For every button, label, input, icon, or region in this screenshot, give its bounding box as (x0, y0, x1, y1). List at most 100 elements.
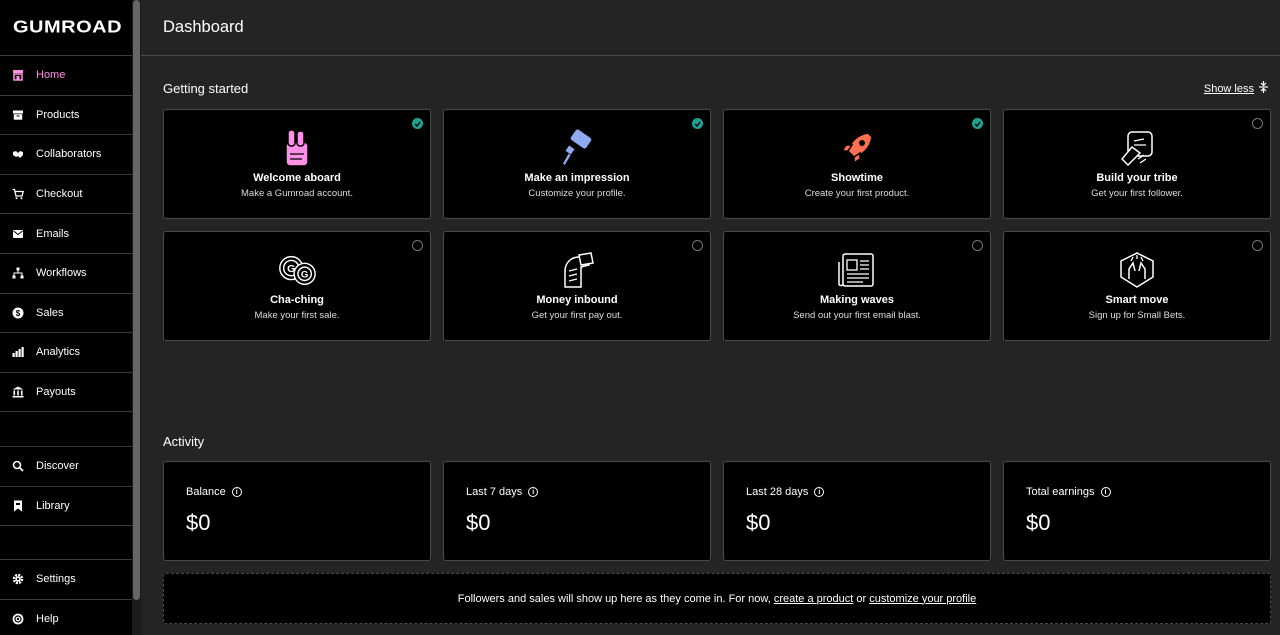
sidebar-item-collaborators[interactable]: Collaborators (0, 135, 132, 175)
checklist-card-making-waves[interactable]: Making waves Send out your first email b… (723, 231, 991, 341)
card-subtitle: Make a Gumroad account. (241, 188, 353, 199)
sidebar-item-label: Emails (36, 227, 70, 240)
sidebar-item-payouts[interactable]: Payouts (0, 373, 132, 413)
stat-card-total-earnings: Total earnings i $0 (1003, 461, 1271, 561)
sidebar-item-checkout[interactable]: Checkout (0, 175, 132, 215)
card-subtitle: Get your first follower. (1091, 188, 1183, 199)
stat-value: $0 (1026, 510, 1051, 535)
sidebar-item-label: Workflows (36, 267, 87, 280)
card-title: Showtime (831, 172, 883, 184)
sidebar-item-label: Analytics (36, 346, 81, 359)
handshake-icon (12, 148, 24, 160)
getting-started-title: Getting started (163, 81, 249, 96)
card-subtitle: Create your first product. (804, 188, 910, 199)
checklist-card-smart-move[interactable]: Smart move Sign up for Small Bets. (1003, 231, 1271, 341)
sidebar-item-label: Discover (36, 460, 79, 473)
check-complete-icon (412, 118, 423, 129)
shop-icon (12, 69, 24, 82)
sidebar-item-label: Checkout (36, 188, 83, 201)
stat-label: Balance i (186, 486, 408, 498)
checklist-card-showtime[interactable]: Showtime Create your first product. (723, 109, 991, 219)
bar-chart-icon (12, 346, 24, 358)
sidebar-item-label: Payouts (36, 386, 76, 399)
card-subtitle: Send out your first email blast. (793, 310, 921, 321)
sidebar-item-home[interactable]: Home (0, 56, 132, 96)
checklist-card-money-inbound[interactable]: Money inbound Get your first pay out. (443, 231, 711, 341)
card-title: Build your tribe (1096, 172, 1178, 184)
stat-value: $0 (746, 510, 771, 535)
card-subtitle: Sign up for Small Bets. (1088, 310, 1186, 321)
logo-text: gumroad (13, 17, 123, 37)
page-header: Dashboard (141, 0, 1280, 56)
gumroad-logo[interactable]: gumroad (0, 0, 132, 56)
card-subtitle: Customize your profile. (528, 188, 626, 199)
card-title: Cha-ching (270, 294, 324, 306)
sidebar-item-workflows[interactable]: Workflows (0, 254, 132, 294)
megaphone-frame-icon (1116, 128, 1158, 168)
stat-label-text: Balance (186, 486, 226, 498)
info-icon[interactable]: i (528, 487, 539, 497)
check-complete-icon (692, 118, 703, 129)
stat-label-text: Total earnings (1026, 486, 1095, 498)
newspaper-icon (836, 250, 878, 290)
activity-empty-state: Followers and sales will show up here as… (163, 573, 1271, 624)
card-title: Smart move (1105, 294, 1169, 306)
stat-value: $0 (186, 510, 211, 535)
info-icon[interactable]: i (1100, 487, 1111, 497)
help-circle-icon (12, 613, 24, 625)
card-title: Make an impression (524, 172, 630, 184)
info-icon[interactable]: i (231, 487, 242, 497)
stat-label-text: Last 28 days (746, 486, 809, 498)
sidebar-item-emails[interactable]: Emails (0, 214, 132, 254)
checklist-card-welcome-aboard[interactable]: Welcome aboard Make a Gumroad account. (163, 109, 431, 219)
sidebar-item-label: Products (36, 108, 80, 121)
sidebar-scrollbar-thumb[interactable] (133, 0, 140, 600)
check-complete-icon (972, 118, 983, 129)
check-incomplete-icon (412, 240, 423, 251)
card-subtitle: Make your first sale. (254, 310, 340, 321)
check-incomplete-icon (692, 240, 703, 251)
card-title: Welcome aboard (253, 172, 341, 184)
sidebar-item-sales[interactable]: $ Sales (0, 294, 132, 334)
show-less-label: Show less (1203, 82, 1254, 95)
link-joiner: or (856, 592, 867, 605)
sidebar-secondary: Discover Library (0, 446, 132, 527)
create-product-link[interactable]: create a product (774, 593, 854, 605)
check-incomplete-icon (1252, 240, 1263, 251)
activity-title: Activity (163, 434, 205, 449)
sidebar-item-products[interactable]: Products (0, 96, 132, 136)
sidebar-item-library[interactable]: Library (0, 487, 132, 527)
checklist-card-make-an-impression[interactable]: Make an impression Customize your profil… (443, 109, 711, 219)
diagram-icon (12, 267, 24, 279)
stat-card-balance: Balance i $0 (163, 461, 431, 561)
card-title: Money inbound (536, 294, 618, 306)
check-incomplete-icon (972, 240, 983, 251)
svg-text:$: $ (16, 309, 21, 318)
stat-label: Last 7 days i (466, 486, 688, 498)
checklist-card-build-your-tribe[interactable]: Build your tribe Get your first follower… (1003, 109, 1271, 219)
sidebar-item-analytics[interactable]: Analytics (0, 333, 132, 373)
card-subtitle: Get your first pay out. (531, 310, 623, 321)
customize-profile-link[interactable]: customize your profile (869, 593, 976, 605)
sidebar-item-help[interactable]: Help (0, 600, 132, 635)
card-title: Making waves (820, 294, 894, 306)
bank-icon (12, 386, 24, 398)
sidebar-bottom: Settings Help (0, 559, 132, 635)
checklist-card-cha-ching[interactable]: GG Cha-ching Make your first sale. (163, 231, 431, 341)
rocket-icon (836, 128, 878, 168)
page-title: Dashboard (163, 18, 244, 36)
sidebar-item-settings[interactable]: Settings (0, 560, 132, 600)
coins-icon: GG (276, 250, 318, 290)
sidebar-item-label: Home (36, 69, 66, 82)
sidebar-item-label: Library (36, 499, 70, 512)
sidebar-item-label: Settings (36, 573, 76, 586)
stat-card-last-28-days: Last 28 days i $0 (723, 461, 991, 561)
sidebar: gumroad Home Products Collaborators Chec… (0, 0, 132, 635)
sidebar-item-discover[interactable]: Discover (0, 447, 132, 487)
show-less-button[interactable]: Show less (1204, 81, 1268, 96)
empty-state-text: Followers and sales will show up here as… (457, 592, 771, 605)
sidebar-item-label: Collaborators (36, 148, 102, 161)
sidebar-item-label: Help (36, 613, 59, 626)
info-icon[interactable]: i (814, 487, 825, 497)
dollar-circle-icon: $ (12, 307, 24, 319)
